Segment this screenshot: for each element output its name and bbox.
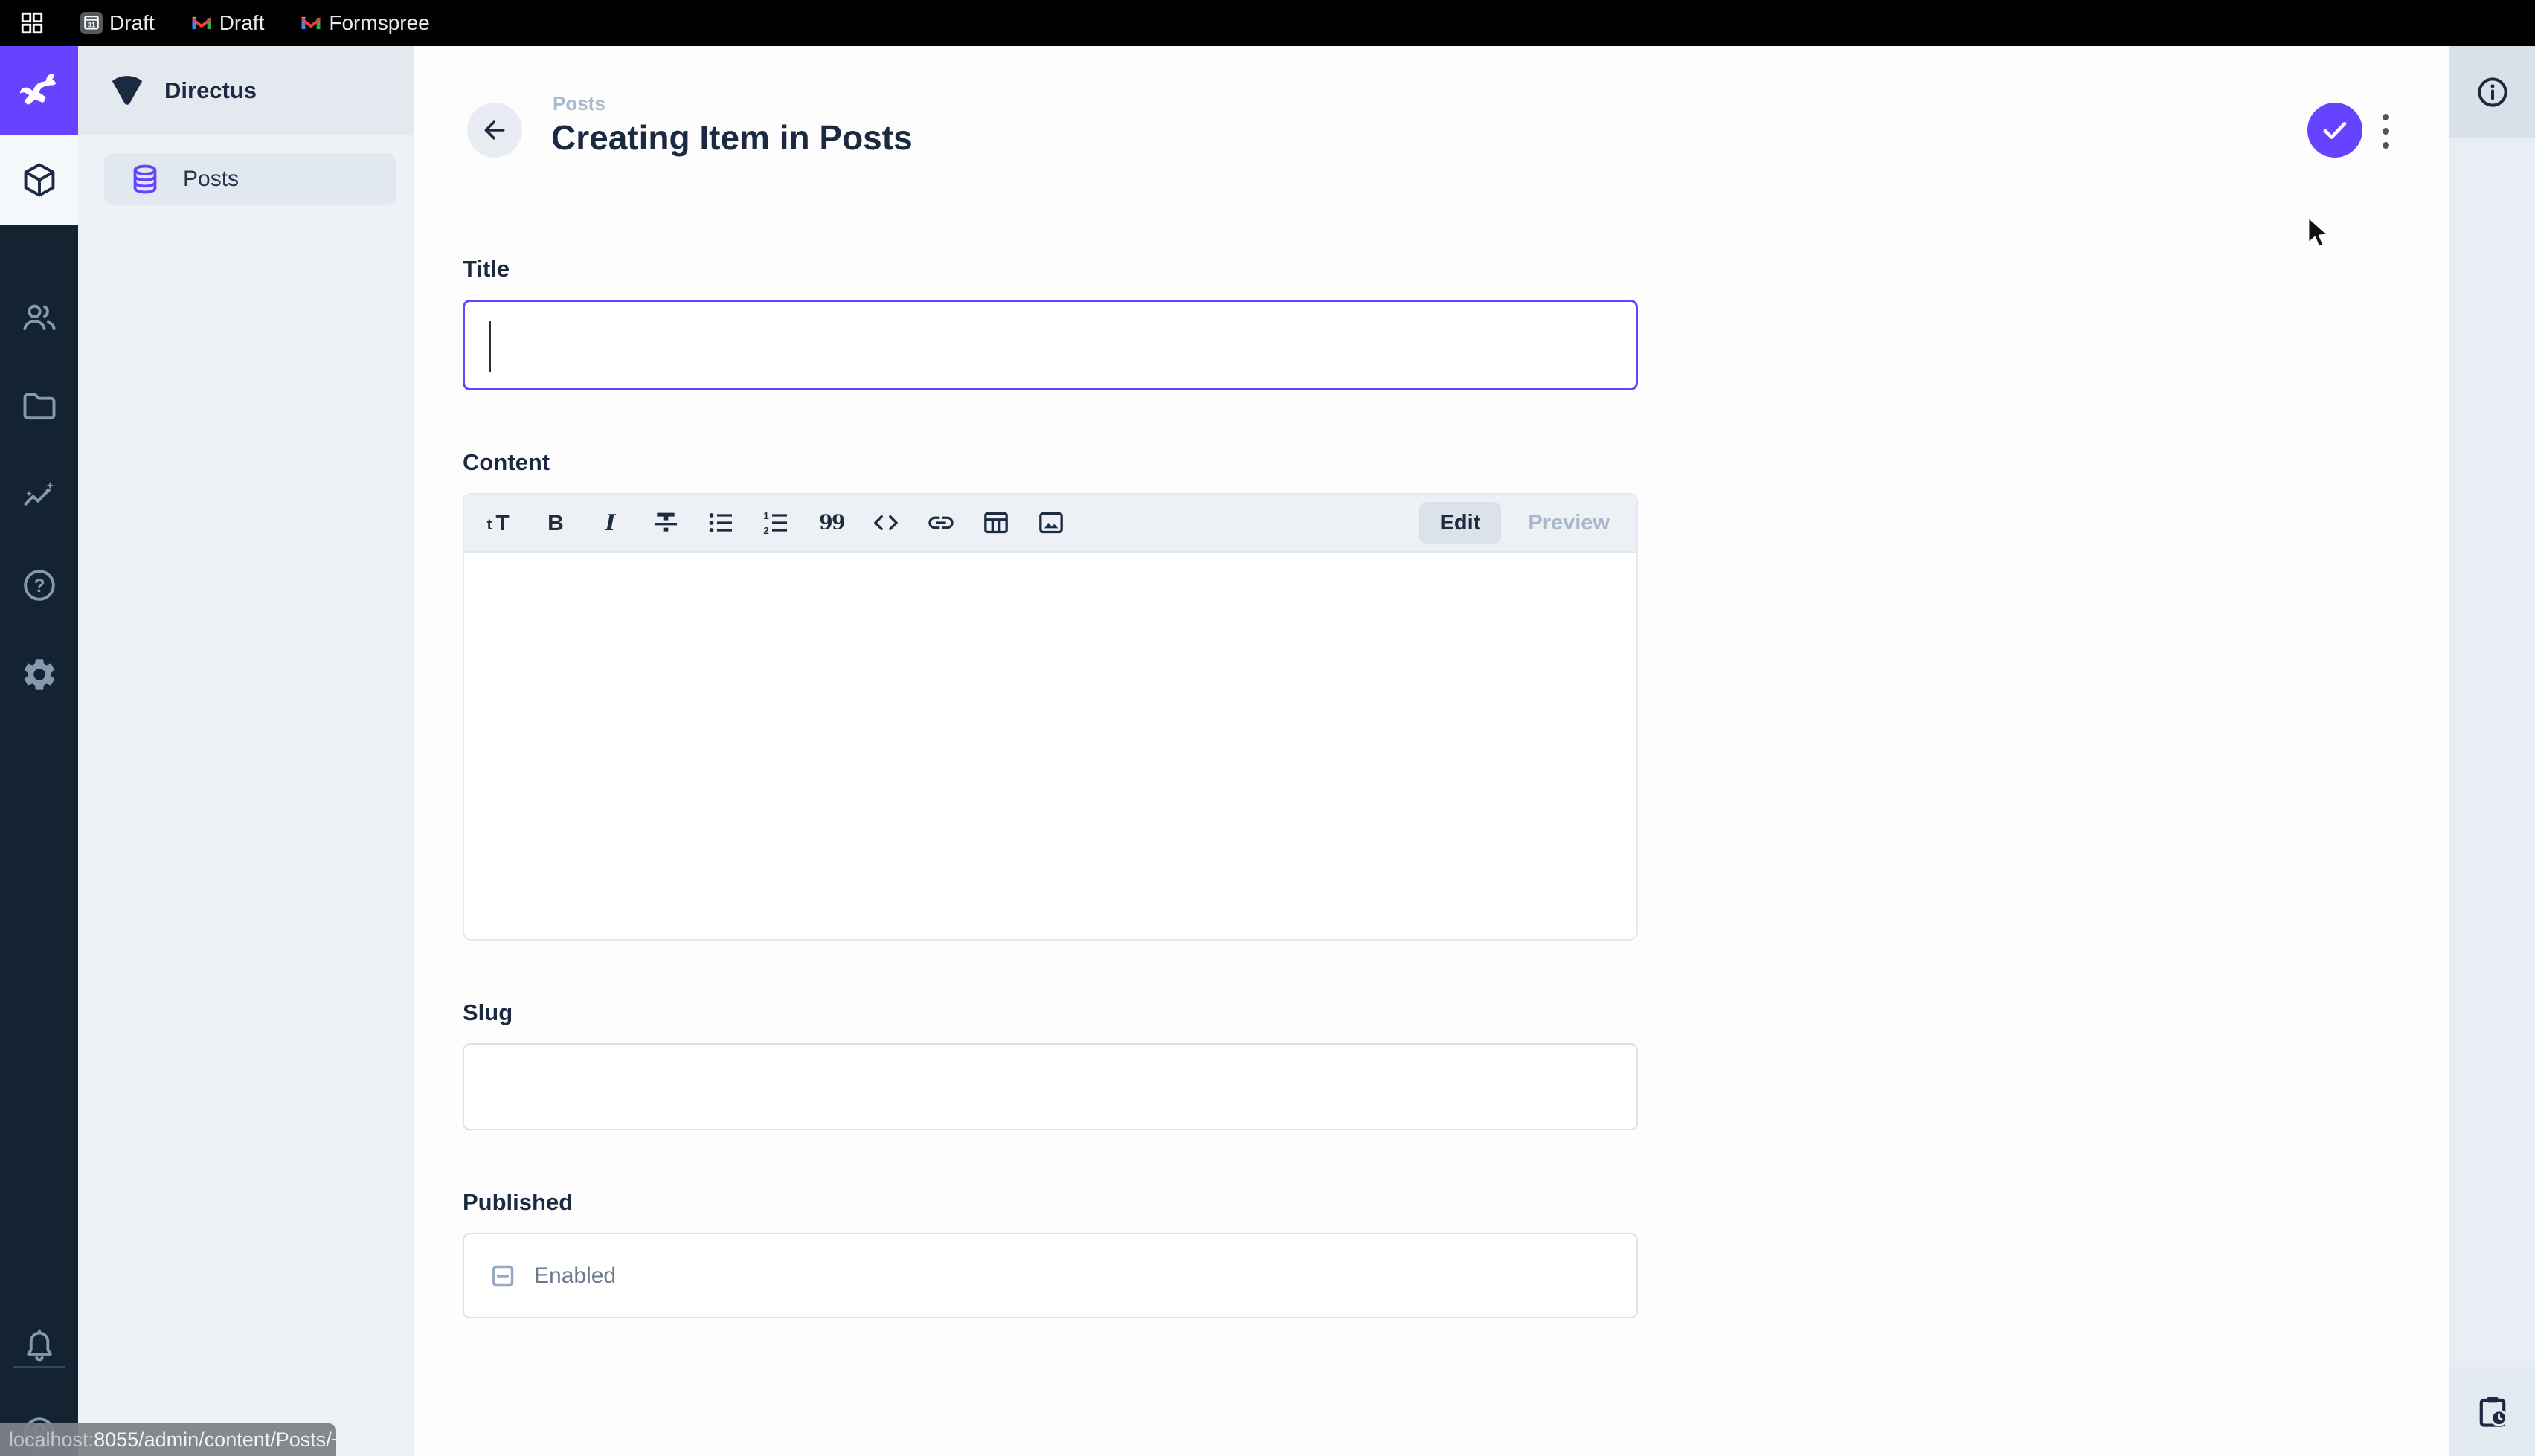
- module-settings[interactable]: [0, 634, 78, 715]
- status-url-rest: 8055/admin/content/Posts/+: [94, 1428, 343, 1452]
- gmail-favicon-icon: [300, 12, 322, 34]
- svg-text:31: 31: [88, 22, 95, 29]
- published-checkbox-indeterminate[interactable]: [488, 1261, 518, 1291]
- revisions-clipboard-clock-icon: [2474, 1393, 2511, 1430]
- tab-label: Formspree: [329, 11, 429, 35]
- text-size-button[interactable]: t T: [481, 503, 521, 543]
- published-field: Enabled: [463, 1233, 1638, 1318]
- nav-item-label: Posts: [183, 167, 239, 192]
- edit-mode-button[interactable]: Edit: [1419, 502, 1502, 544]
- content-editor-toolbar: t T B I: [464, 495, 1636, 553]
- content-field-label: Content: [463, 450, 1638, 475]
- svg-text:t: t: [487, 517, 492, 533]
- title-input[interactable]: [463, 300, 1638, 390]
- svg-text:I: I: [605, 510, 617, 536]
- content-editor-body[interactable]: [464, 553, 1636, 939]
- project-header[interactable]: Directus: [78, 46, 414, 135]
- tab-grid-icon[interactable]: [19, 10, 45, 36]
- module-files[interactable]: [0, 366, 78, 448]
- numbered-list-button[interactable]: 1 2: [756, 503, 796, 543]
- editor-mode-switch: Edit Preview: [1419, 502, 1626, 544]
- slug-field-label: Slug: [463, 1000, 1638, 1025]
- nav-collections: Posts: [78, 135, 414, 205]
- module-insights[interactable]: [0, 455, 78, 537]
- breadcrumb[interactable]: Posts: [553, 92, 605, 115]
- page-title: Creating Item in Posts: [551, 117, 913, 158]
- people-icon: [20, 298, 59, 337]
- module-docs-help[interactable]: ?: [0, 544, 78, 626]
- status-url-prefix: localhost:: [9, 1428, 94, 1452]
- browser-tab-formspree[interactable]: Formspree: [300, 11, 429, 35]
- browser-tab-bar: 31 Draft Draft Formspree: [0, 0, 2535, 46]
- code-button[interactable]: [866, 503, 906, 543]
- mouse-cursor: [2301, 214, 2335, 250]
- text-caret: [489, 321, 491, 372]
- save-button[interactable]: [2307, 103, 2362, 158]
- preview-mode-button[interactable]: Preview: [1511, 502, 1626, 544]
- folder-icon: [20, 387, 59, 426]
- gear-icon: [20, 655, 59, 694]
- module-bar: ?: [0, 46, 78, 1456]
- dot: [2383, 128, 2389, 135]
- browser-status-url: localhost:8055/admin/content/Posts/+: [0, 1423, 336, 1456]
- back-button[interactable]: [467, 103, 522, 158]
- module-bar-divider: [13, 1366, 65, 1368]
- directus-rabbit-icon: [16, 68, 62, 114]
- bold-button[interactable]: B: [536, 503, 576, 543]
- directus-app: ?: [0, 46, 2535, 1456]
- info-sidebar-button[interactable]: [2449, 46, 2535, 138]
- svg-text:1: 1: [763, 510, 769, 521]
- nav-sidebar: Directus Posts: [78, 46, 414, 1456]
- strikethrough-button[interactable]: [646, 503, 686, 543]
- bell-icon: [20, 1326, 59, 1365]
- box-icon: [20, 161, 59, 199]
- calendar-favicon-icon: 31: [80, 12, 103, 34]
- help-question-icon: ?: [20, 566, 59, 605]
- dot: [2383, 142, 2389, 149]
- right-sidebar: [2449, 46, 2535, 1456]
- directus-logo-button[interactable]: [0, 46, 78, 135]
- browser-tab-draft-calendar[interactable]: 31 Draft: [80, 11, 155, 35]
- revisions-sidebar-button[interactable]: [2449, 1367, 2535, 1456]
- info-icon: [2475, 74, 2510, 110]
- dot: [2383, 114, 2389, 120]
- project-name: Directus: [164, 77, 257, 104]
- tab-label: Draft: [219, 11, 265, 35]
- published-field-label: Published: [463, 1190, 1638, 1215]
- italic-button[interactable]: I: [591, 503, 631, 543]
- module-content-active[interactable]: [0, 135, 78, 225]
- link-button[interactable]: [921, 503, 961, 543]
- blockquote-button[interactable]: 99: [811, 503, 851, 543]
- database-icon: [128, 162, 162, 196]
- notifications-bell-button[interactable]: [0, 1304, 78, 1386]
- slug-input[interactable]: [463, 1043, 1638, 1130]
- tab-label: Draft: [109, 11, 155, 35]
- svg-text:B: B: [547, 511, 564, 535]
- svg-text:T: T: [495, 511, 509, 535]
- svg-text:99: 99: [819, 511, 844, 534]
- image-button[interactable]: [1031, 503, 1071, 543]
- right-sidebar-body: [2449, 138, 2535, 1367]
- bullet-list-button[interactable]: [701, 503, 741, 543]
- insights-icon: [20, 477, 59, 515]
- content-editor: t T B I: [463, 493, 1638, 941]
- item-options-menu-button[interactable]: [2379, 109, 2392, 153]
- check-icon: [2319, 115, 2351, 146]
- table-button[interactable]: [976, 503, 1016, 543]
- main-content: Posts Creating Item in Posts Title Conte…: [414, 46, 2449, 1456]
- svg-text:2: 2: [763, 525, 768, 536]
- fan-logo-icon: [108, 71, 147, 110]
- published-checkbox-label: Enabled: [534, 1263, 616, 1289]
- svg-text:?: ?: [33, 576, 45, 596]
- browser-tab-draft-gmail[interactable]: Draft: [190, 11, 265, 35]
- title-field-label: Title: [463, 257, 1638, 282]
- module-users[interactable]: [0, 277, 78, 358]
- gmail-favicon-icon: [190, 12, 213, 34]
- arrow-left-icon: [480, 115, 510, 145]
- item-form: Title Content t T B: [463, 257, 1638, 1318]
- nav-item-posts[interactable]: Posts: [104, 153, 396, 205]
